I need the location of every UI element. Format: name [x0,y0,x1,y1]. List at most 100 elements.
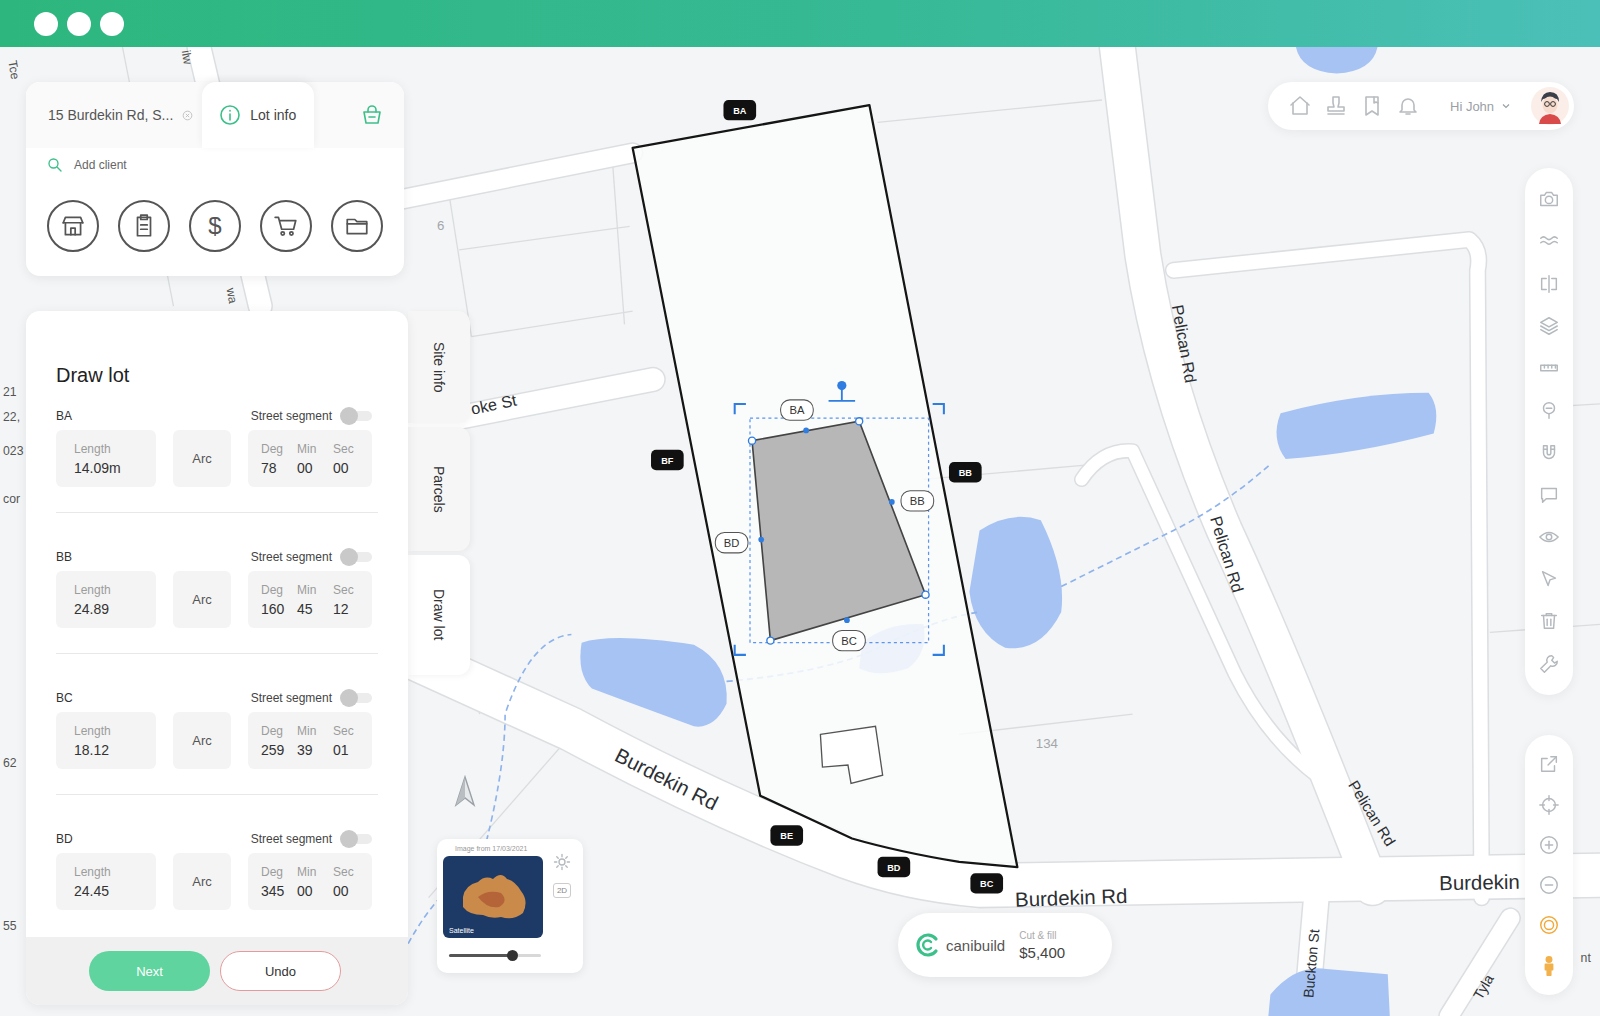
arc-button[interactable]: Arc [173,853,231,910]
primary-button[interactable]: Next [89,951,210,991]
bearing-part[interactable]: Min 39 [297,724,323,758]
user-greeting[interactable]: Hi John [1450,99,1494,114]
slider-knob[interactable] [507,950,518,961]
zoom-in-icon[interactable] [1538,834,1560,856]
bearing-part[interactable]: Sec 01 [333,724,359,758]
coin-icon[interactable] [1538,914,1560,936]
vertex-handle[interactable] [922,591,929,598]
midpoint-handle[interactable] [844,617,850,623]
trash-icon[interactable] [1538,610,1560,632]
satellite-thumbnail[interactable]: Satellite [443,856,543,938]
street-segment-toggle[interactable] [342,834,372,844]
street-segment-toggle[interactable] [342,552,372,562]
arc-button[interactable]: Arc [173,571,231,628]
bearing-part[interactable]: Sec 00 [333,442,359,476]
length-field[interactable]: Length 24.45 [56,853,156,910]
chat-icon[interactable] [1538,484,1560,506]
view-mode-button[interactable]: 2D [553,883,571,898]
street-segment-toggle[interactable] [342,693,372,703]
midpoint-handle[interactable] [758,537,764,543]
window-dot[interactable] [67,12,91,36]
window-dot[interactable] [34,12,58,36]
vertex-handle[interactable] [856,418,863,425]
crosshair-icon[interactable] [1538,794,1560,816]
cursor-icon[interactable] [1538,568,1560,590]
bearing-part[interactable]: Min 45 [297,583,323,617]
price-button[interactable]: $ [189,200,241,252]
folder-button[interactable] [331,200,383,252]
eye-icon[interactable] [1538,526,1560,548]
bell-icon[interactable] [1396,94,1420,118]
layers-icon[interactable] [1538,315,1560,337]
edge-label[interactable]: BA [781,400,814,420]
lot-boundary[interactable] [633,105,1018,867]
arc-button[interactable]: Arc [173,712,231,769]
secondary-button[interactable]: Undo [220,951,341,991]
edge-label[interactable]: BC [833,630,866,650]
bearing-part[interactable]: Deg 78 [261,442,287,476]
corner-label[interactable]: BC [970,873,1003,893]
length-field[interactable]: Length 14.09m [56,430,156,487]
bearing-part[interactable]: Deg 259 [261,724,287,758]
length-field[interactable]: Length 24.89 [56,571,156,628]
corner-label[interactable]: BF [651,450,684,470]
basket-icon[interactable] [360,103,384,127]
corner-label[interactable]: BA [723,100,756,120]
corner-label[interactable]: BB [949,462,982,482]
ruler-icon[interactable] [1538,357,1560,379]
chevron-down-icon[interactable] [1500,100,1512,112]
window-dot[interactable] [100,12,124,36]
home-icon[interactable] [1288,94,1312,118]
selection-box[interactable] [750,418,929,642]
location-tab[interactable]: Lot info [202,82,314,148]
magnet-icon[interactable] [1538,442,1560,464]
zoom-out-icon[interactable] [1538,874,1560,896]
opacity-slider[interactable] [449,954,541,957]
bearing-field[interactable]: Deg 345 Min 00 Sec 00 [248,853,372,910]
external-icon[interactable] [1538,753,1560,775]
bookmark-icon[interactable] [1360,94,1384,118]
store-button[interactable] [47,200,99,252]
bearing-part[interactable]: Sec 12 [333,583,359,617]
bearing-field[interactable]: Deg 78 Min 00 Sec 00 [248,430,372,487]
location-tab[interactable]: 15 Burdekin Rd, S... [26,82,202,148]
cart-button[interactable] [260,200,312,252]
bearing-part[interactable]: Deg 160 [261,583,287,617]
bearing-part[interactable]: Min 00 [297,442,323,476]
length-field[interactable]: Length 18.12 [56,712,156,769]
midpoint-handle[interactable] [803,428,809,434]
split-icon[interactable] [1538,273,1560,295]
north-arrow-icon[interactable] [453,775,477,809]
avatar-icon[interactable] [1530,86,1570,126]
person-icon[interactable] [1538,955,1560,977]
stamp-icon[interactable] [1324,94,1348,118]
wrench-icon[interactable] [1538,653,1560,675]
edge-label[interactable]: BB [901,491,934,511]
corner-label[interactable]: BD [878,857,911,877]
drawn-lot-shape[interactable] [752,421,925,640]
sun-icon[interactable] [553,853,571,871]
bearing-field[interactable]: Deg 160 Min 45 Sec 12 [248,571,372,628]
close-icon[interactable] [181,109,194,122]
corner-label[interactable]: BE [770,825,803,845]
midpoint-handle[interactable] [889,499,895,505]
waves-icon[interactable] [1538,230,1560,252]
vertex-handle[interactable] [767,637,774,644]
side-tab[interactable]: Draw lot [408,555,470,675]
cut-fill-estimate[interactable]: canibuild Cut & fill $5,400 [898,913,1112,977]
bearing-part[interactable]: Sec 00 [333,865,359,899]
bearing-part[interactable]: Deg 345 [261,865,287,899]
arc-button[interactable]: Arc [173,430,231,487]
side-tab[interactable]: Parcels [408,427,470,551]
edge-label[interactable]: BD [715,532,748,552]
clipboard-button[interactable] [118,200,170,252]
client-search[interactable]: Add client [26,148,404,182]
rotate-pin-icon[interactable] [829,390,856,401]
camera-icon[interactable] [1538,188,1560,210]
street-segment-toggle[interactable] [342,411,372,421]
location-icon[interactable] [1538,399,1560,421]
vertex-handle[interactable] [748,437,755,444]
rotate-handle[interactable] [837,381,846,390]
bearing-part[interactable]: Min 00 [297,865,323,899]
bearing-field[interactable]: Deg 259 Min 39 Sec 01 [248,712,372,769]
